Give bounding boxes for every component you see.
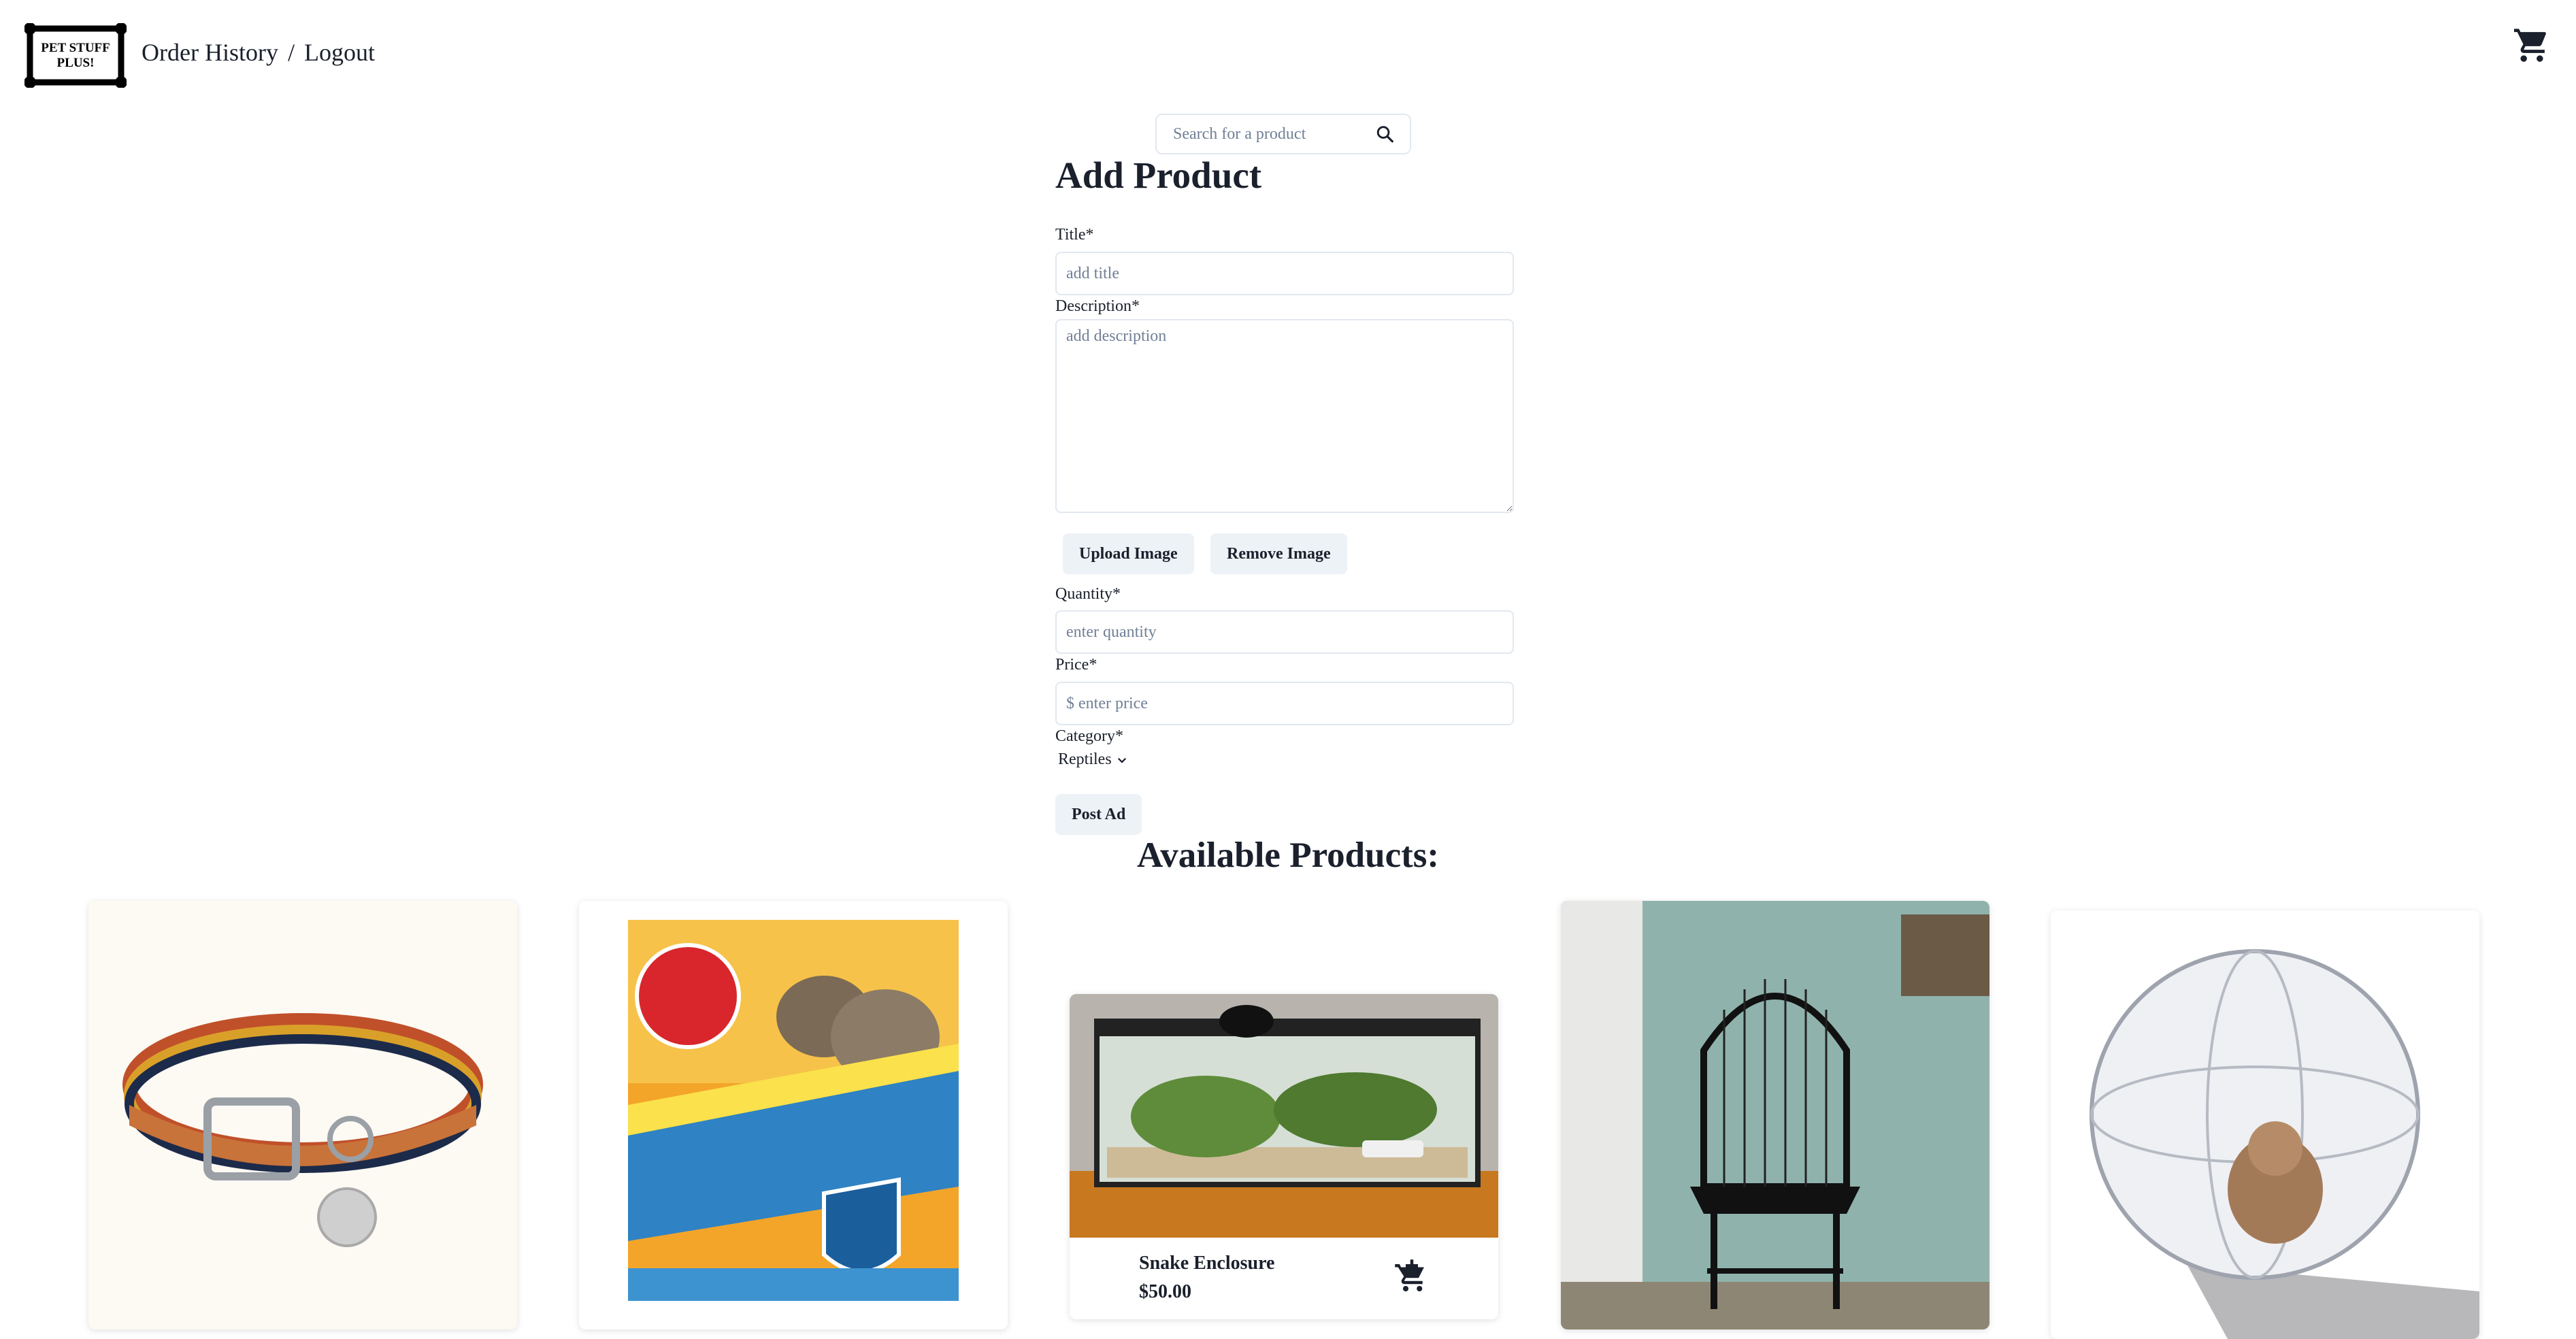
svg-text:PLUS!: PLUS! (57, 56, 95, 70)
available-products-heading: Available Products: (1136, 836, 1440, 875)
shopping-cart-icon[interactable] (2512, 27, 2552, 63)
search-input[interactable] (1172, 124, 1375, 144)
chevron-down-icon (1117, 757, 1126, 763)
order-history-link[interactable]: Order History (142, 38, 278, 67)
bird-cage-image (1561, 901, 1989, 1329)
product-card[interactable] (88, 901, 517, 1329)
top-nav: Order History / Logout (142, 38, 375, 67)
search-icon[interactable] (1375, 124, 1395, 144)
cat-litter-box-image (579, 901, 1008, 1329)
category-select[interactable]: Reptiles (1058, 750, 1128, 769)
product-price: $50.00 (1139, 1281, 1191, 1302)
product-card[interactable] (579, 901, 1008, 1329)
product-name: Snake Enclosure (1139, 1253, 1275, 1274)
logout-link[interactable]: Logout (304, 38, 375, 67)
description-label: Description* (1055, 297, 1140, 315)
description-textarea[interactable] (1055, 319, 1514, 513)
remove-image-button[interactable]: Remove Image (1210, 533, 1347, 574)
category-label: Category* (1055, 727, 1123, 745)
quantity-label: Quantity* (1055, 585, 1121, 603)
nav-separator: / (287, 39, 295, 66)
product-info: Snake Enclosure $50.00 (1070, 1238, 1498, 1319)
add-product-heading: Add Product (1055, 154, 1262, 196)
add-to-cart-icon[interactable] (1393, 1258, 1430, 1295)
product-card[interactable]: Snake Enclosure $50.00 (1070, 994, 1498, 1319)
pet-stuff-plus-logo[interactable]: PET STUFF PLUS! (24, 22, 127, 88)
dog-collar-image (88, 901, 517, 1329)
svg-text:PET STUFF: PET STUFF (41, 41, 110, 55)
price-input[interactable] (1055, 682, 1514, 725)
title-input[interactable] (1055, 252, 1514, 295)
search-bar (1155, 114, 1411, 154)
category-selected-value: Reptiles (1058, 750, 1112, 768)
title-label: Title* (1055, 226, 1094, 244)
post-ad-button[interactable]: Post Ad (1055, 794, 1142, 835)
upload-image-button[interactable]: Upload Image (1063, 533, 1194, 574)
product-card[interactable] (1561, 901, 1989, 1329)
quantity-input[interactable] (1055, 610, 1514, 654)
snake-enclosure-image (1070, 994, 1498, 1238)
hamster-ball-image (2051, 910, 2479, 1339)
product-card[interactable] (2051, 910, 2479, 1339)
price-label: Price* (1055, 656, 1097, 674)
